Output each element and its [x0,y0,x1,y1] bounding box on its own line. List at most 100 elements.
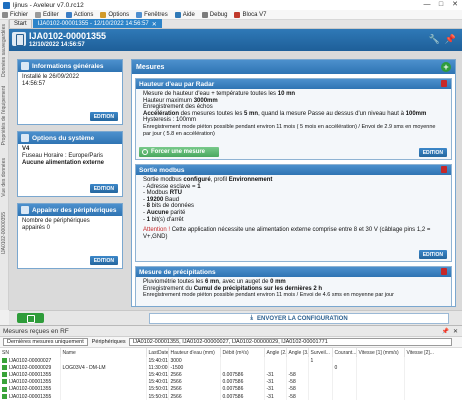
menu-item-bloca-v7[interactable]: Bloca V7 [234,11,266,18]
table-cell: 15:40:01 [146,378,169,386]
trash-icon[interactable] [441,268,447,275]
serial-number: IJA0102-00000027 [9,357,52,364]
minimize-button[interactable]: — [420,0,434,10]
menu-item-fen-tres[interactable]: Fenêtres [136,11,168,18]
modbus-line-7: - 1 bit(s) d'arrêt [143,216,184,223]
device-name: IJA0102-00001355 [29,31,107,41]
table-cell [332,371,357,379]
menu-item-aide[interactable]: Aide [174,11,195,18]
menu-item-debug[interactable]: Debug [201,11,227,18]
add-measure-button[interactable]: + [441,62,451,72]
table-cell: -31 [264,378,287,386]
save-button[interactable] [17,313,44,323]
last-measures-toggle[interactable]: Dernières mesures uniquement [3,338,88,346]
tab-start[interactable]: Start [9,19,32,28]
table-cell [60,357,147,365]
column-header[interactable]: SN [0,348,61,357]
menu-item-options[interactable]: Options [100,11,130,18]
close-window-button[interactable]: ✕ [448,0,462,10]
column-header[interactable]: Surveil... [308,348,333,357]
table-row[interactable]: IJA0102-00000029 LOG03V4 - DM-LM 11:30:00-… [0,364,462,372]
column-header[interactable]: Angle (2... [264,348,287,357]
rf-panel-header: Mesures reçues en RF 📌 ✕ [0,326,462,337]
peripherals-select[interactable]: IJA0102-00001355, IJA0102-00000027, IJA0… [128,338,452,346]
trash-icon[interactable] [441,80,447,87]
table-cell [356,371,405,379]
column-header[interactable]: Vitesse [2]... [404,348,462,357]
column-header[interactable]: Courant... [332,348,357,357]
peripherals-count-value: appairés 0 [22,225,51,231]
table-row[interactable]: IJA0102-00001355 15:50:01 2566 0.007586 -31-… [0,385,462,393]
info-panel-header: Informations générales [18,60,122,72]
send-configuration-button[interactable]: ⤓ ENVOYER LA CONFIGURATION [149,313,449,324]
peripherals-edit-button[interactable]: EDITION [89,256,118,265]
menu-item-actions[interactable]: Actions [65,11,93,18]
table-cell: -58 [286,371,309,379]
mesures-title: Mesures [136,63,165,71]
table-cell [332,378,357,386]
modbus-line-6: - Aucune parité [143,209,186,216]
close-tab-icon[interactable]: ✕ [152,21,157,28]
table-row[interactable]: IJA0102-00000027 15:40:01 3000 1 [0,357,462,365]
info-edit-button[interactable]: EDITION [89,112,118,121]
column-header[interactable]: Angle (3... [286,348,309,357]
action-bar: ⤓ ENVOYER LA CONFIGURATION [9,310,462,325]
table-cell: IJA0102-00001355 [0,392,61,401]
modbus-section-header: Sortie modbus [136,165,451,175]
table-cell: IJA0102-00001355 [0,371,61,379]
send-configuration-label: ENVOYER LA CONFIGURATION [256,315,348,322]
trash-icon[interactable] [441,166,447,173]
wrench-icon[interactable]: 🔧 [429,34,440,45]
force-measure-button[interactable]: Forcer une mesure [139,147,219,157]
modbus-section-body: Sortie modbus configuré, profil Environn… [136,175,451,242]
window-controls: — □ ✕ [420,0,462,10]
menu-item-fichier[interactable]: Fichier [2,11,28,18]
pin-icon[interactable]: 📌 [445,34,456,45]
tab-device[interactable]: IJA0102-00001355 - 12/10/2022 14:56:57 ✕ [32,19,162,28]
table-cell [332,385,357,393]
radar-edit-button[interactable]: EDITION [418,148,447,157]
table-cell [332,392,357,401]
side-tab-saved-data[interactable]: Données sauvegardées [1,24,7,77]
side-tab-device[interactable]: IJA0102-00000355 [1,212,7,254]
table-cell: 3000 [168,357,221,365]
document-tabs: Start IJA0102-00001355 - 12/10/2022 14:5… [9,19,462,29]
column-header[interactable]: Débit (m³/s) [220,348,265,357]
modbus-edit-button[interactable]: EDITION [418,250,447,259]
serial-number: IJA0102-00001355 [9,371,52,378]
side-tab-equipment-properties[interactable]: Propriétés de l'équipement [1,86,7,145]
system-edit-button[interactable]: EDITION [89,184,118,193]
table-row[interactable]: IJA0102-00001355 15:40:01 2566 0.007586 -31-… [0,378,462,386]
title-bar: ljinus - Aveleur v7.0.rc12 — □ ✕ [0,0,462,10]
info-panel-title: Informations générales [32,62,104,70]
maximize-button[interactable]: □ [434,0,448,10]
table-cell [286,364,309,372]
table-row[interactable]: IJA0102-00001355 15:40:01 2566 0.007586 -31-… [0,371,462,379]
signal-icon [2,364,7,370]
table-cell [356,378,405,386]
menu-item-editer[interactable]: Editer [35,11,59,18]
refresh-icon [142,149,148,155]
close-icon[interactable]: ✕ [453,328,458,335]
peripherals-panel: Appairer des périphériques Nombre de pér… [17,203,123,269]
system-version: V4 [22,146,30,152]
column-header[interactable]: Name [60,348,147,357]
help-icon [174,11,181,18]
table-cell: 15:40:01 [146,357,169,365]
radar-section-title: Hauteur d'eau par Radar [139,80,215,88]
table-cell: 15:40:01 [146,371,169,379]
rf-filter-bar: Dernières mesures uniquement Périphériqu… [0,337,462,348]
pin-icon[interactable]: 📌 [441,328,448,335]
precipitation-section-header: Mesure de précipitations [136,267,451,277]
column-header[interactable]: Vitesse [1] (mm/s) [356,348,405,357]
main-content: Informations générales Installé le 26/09… [9,51,462,310]
mesures-header: Mesures [132,60,455,74]
menu-label: Options [108,11,130,18]
table-cell: 1 [308,357,333,365]
table-cell [332,357,357,365]
table-cell: -31 [264,371,287,379]
side-tab-data-view[interactable]: Vue des données [1,158,7,197]
column-header[interactable]: LastDate [146,348,169,357]
table-row[interactable]: IJA0102-00001355 15:50:01 2566 0.007586 -31-… [0,392,462,401]
column-header[interactable]: Hauteur d'eau (mm) [168,348,221,357]
